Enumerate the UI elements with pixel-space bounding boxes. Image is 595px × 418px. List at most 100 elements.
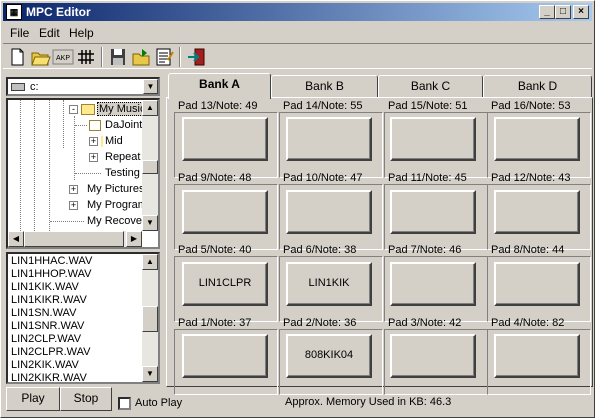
- tab-bank-c[interactable]: Bank C: [378, 75, 483, 97]
- list-item[interactable]: LIN1HHOP.WAV: [11, 268, 92, 281]
- scroll-up-icon[interactable]: ▲: [142, 254, 158, 270]
- list-item[interactable]: LIN2CLPR.WAV: [11, 346, 90, 359]
- list-item[interactable]: LIN1KIKR.WAV: [11, 294, 87, 307]
- pad-15-button[interactable]: [390, 117, 476, 161]
- drive-select[interactable]: c: ▼: [6, 77, 160, 96]
- chevron-down-icon[interactable]: ▼: [143, 79, 158, 94]
- pad-11-button[interactable]: [390, 190, 476, 234]
- akp-text: AKP: [56, 55, 70, 62]
- list-item[interactable]: LIN1HHAC.WAV: [11, 255, 92, 268]
- pad-label: Pad 3/Note: 42: [388, 317, 462, 329]
- tree-item-dajoint[interactable]: DaJoint: [8, 118, 144, 134]
- toolbar: AKP: [3, 43, 592, 69]
- pad-1-button[interactable]: [182, 334, 268, 378]
- pad-label: Pad 1/Note: 37: [178, 317, 252, 329]
- list-item[interactable]: LIN1KIK.WAV: [11, 281, 79, 294]
- expand-icon[interactable]: +: [69, 201, 78, 210]
- pad-3-button[interactable]: [390, 334, 476, 378]
- tree-item-my-pictures[interactable]: + My Pictures: [8, 182, 144, 198]
- scroll-thumb[interactable]: [142, 160, 158, 174]
- pad-10-button[interactable]: [286, 190, 372, 234]
- new-document-icon[interactable]: [6, 46, 28, 68]
- collapse-icon[interactable]: -: [69, 105, 78, 114]
- maximize-button[interactable]: □: [555, 5, 571, 19]
- pad-13-button[interactable]: [182, 117, 268, 161]
- memory-status: Approx. Memory Used in KB: 46.3: [285, 396, 452, 408]
- pad-4-button[interactable]: [494, 334, 580, 378]
- pad-label: Pad 10/Note: 47: [283, 172, 363, 184]
- scroll-up-icon[interactable]: ▲: [142, 100, 158, 116]
- export-icon[interactable]: [130, 46, 152, 68]
- file-list[interactable]: LIN1HHAC.WAV LIN1HHOP.WAV LIN1KIK.WAV LI…: [6, 252, 160, 384]
- tree-item-my-music[interactable]: - My Music: [8, 102, 144, 118]
- app-icon[interactable]: ▦: [6, 4, 22, 20]
- pad-2-button[interactable]: 808KIK04: [286, 334, 372, 378]
- pad-7-button[interactable]: [390, 262, 476, 306]
- list-item[interactable]: LIN1SN.WAV: [11, 307, 76, 320]
- scroll-left-icon[interactable]: ◀: [8, 231, 24, 247]
- pad-5-button[interactable]: LIN1CLPR: [182, 262, 268, 306]
- list-item[interactable]: LIN2KIK.WAV: [11, 359, 79, 372]
- pad-label: Pad 9/Note: 48: [178, 172, 252, 184]
- tree-vertical-scrollbar[interactable]: ▲ ▼: [142, 100, 158, 231]
- scroll-thumb[interactable]: [142, 306, 158, 332]
- pad-14-button[interactable]: [286, 117, 372, 161]
- tree-horizontal-scrollbar[interactable]: ◀ ▶: [8, 231, 142, 247]
- expand-icon[interactable]: +: [89, 153, 98, 162]
- tree-item-my-program[interactable]: + My Program: [8, 198, 144, 214]
- pad-6-button[interactable]: LIN1KIK: [286, 262, 372, 306]
- list-item[interactable]: LIN1SNR.WAV: [11, 320, 84, 333]
- tree-item-mid[interactable]: + Mid: [8, 134, 144, 150]
- expand-icon[interactable]: +: [69, 185, 78, 194]
- pad-label: Pad 14/Note: 55: [283, 100, 363, 112]
- pad-label: Pad 16/Note: 53: [491, 100, 571, 112]
- bank-a-panel: Pad 13/Note: 49 Pad 14/Note: 55 Pad 15/N…: [166, 97, 593, 395]
- list-item[interactable]: LIN2KIKR.WAV: [11, 372, 87, 382]
- save-icon[interactable]: [107, 46, 129, 68]
- tree-item-my-recove[interactable]: My Recove: [8, 214, 144, 230]
- pad-grid-icon[interactable]: [75, 46, 97, 68]
- tree-line: [50, 221, 84, 222]
- folder-tree[interactable]: - My Music DaJoint + Mid + Repeat Testin…: [6, 98, 160, 249]
- pad-9-button[interactable]: [182, 190, 268, 234]
- mpc-editor-window: ▦ MPC Editor _ □ × File Edit Help AKP c:…: [0, 0, 595, 418]
- tab-bank-a[interactable]: Bank A: [168, 73, 271, 99]
- menu-help[interactable]: Help: [69, 26, 94, 40]
- pad-label: Pad 13/Note: 49: [178, 100, 258, 112]
- stop-button[interactable]: Stop: [60, 387, 112, 411]
- file-list-scrollbar[interactable]: ▲ ▼: [142, 254, 158, 382]
- auto-play-checkbox[interactable]: [118, 397, 131, 410]
- scroll-down-icon[interactable]: ▼: [142, 215, 158, 231]
- pad-label: Pad 12/Note: 43: [491, 172, 571, 184]
- open-folder-icon[interactable]: [29, 46, 51, 68]
- tree-item-repeat[interactable]: + Repeat: [8, 150, 144, 166]
- play-button[interactable]: Play: [6, 387, 60, 411]
- exit-icon[interactable]: [185, 46, 207, 68]
- notes-icon[interactable]: [153, 46, 175, 68]
- menu-edit[interactable]: Edit: [39, 26, 60, 40]
- minimize-button[interactable]: _: [539, 5, 555, 19]
- tree-item-testing[interactable]: Testing: [8, 166, 144, 182]
- close-button[interactable]: ×: [573, 5, 589, 19]
- folder-open-icon: [81, 104, 95, 115]
- scroll-thumb[interactable]: [24, 231, 124, 247]
- tab-bank-d[interactable]: Bank D: [483, 75, 592, 97]
- folder-icon: [101, 136, 103, 147]
- pad-8-button[interactable]: [494, 262, 580, 306]
- pad-label: Pad 5/Note: 40: [178, 244, 252, 256]
- scroll-right-icon[interactable]: ▶: [126, 231, 142, 247]
- pad-12-button[interactable]: [494, 190, 580, 234]
- drive-icon: [11, 83, 25, 91]
- tree-line: [75, 125, 87, 126]
- title-bar[interactable]: ▦ MPC Editor _ □ ×: [3, 3, 592, 21]
- tab-bank-b[interactable]: Bank B: [271, 75, 378, 97]
- pad-label: Pad 4/Note: 82: [491, 317, 565, 329]
- list-item[interactable]: LIN2CLP.WAV: [11, 333, 81, 346]
- scroll-down-icon[interactable]: ▼: [142, 366, 158, 382]
- menu-file[interactable]: File: [10, 26, 29, 40]
- expand-icon[interactable]: +: [89, 137, 98, 146]
- pad-label: Pad 11/Note: 45: [388, 172, 467, 184]
- pad-16-button[interactable]: [494, 117, 580, 161]
- drive-label: c:: [30, 81, 39, 93]
- akp-icon[interactable]: AKP: [52, 46, 74, 68]
